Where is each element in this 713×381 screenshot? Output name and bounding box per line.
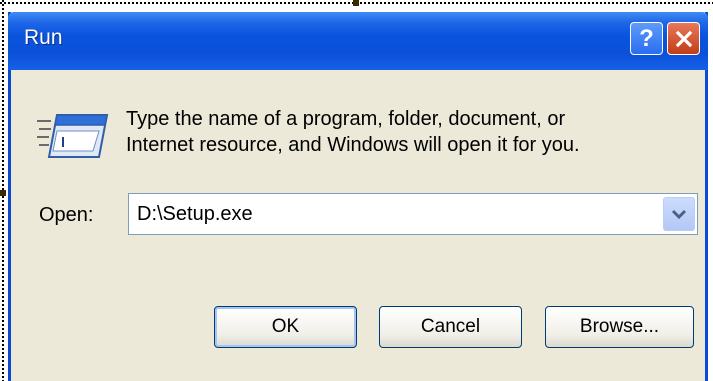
message-line-1: Type the name of a program, folder, docu… <box>126 108 566 130</box>
run-program-icon <box>37 114 109 158</box>
title-bar[interactable]: Run ? <box>8 12 708 70</box>
dialog-message: Type the name of a program, folder, docu… <box>126 106 686 158</box>
help-button[interactable]: ? <box>630 22 663 55</box>
run-dialog: Run ? Type the name of a program, folder… <box>8 12 708 381</box>
close-icon <box>675 30 692 47</box>
selection-handle-left[interactable] <box>0 190 6 196</box>
open-label: Open: <box>39 204 94 226</box>
close-button[interactable] <box>667 22 700 55</box>
selection-handle-top[interactable] <box>353 0 359 6</box>
open-input[interactable] <box>129 194 659 234</box>
question-mark-icon: ? <box>639 24 654 52</box>
cancel-button[interactable]: Cancel <box>379 306 522 348</box>
message-line-2: Internet resource, and Windows will open… <box>126 134 580 156</box>
chevron-down-icon <box>671 209 687 220</box>
window-title: Run <box>24 26 63 49</box>
ok-button[interactable]: OK <box>214 306 357 348</box>
open-combobox[interactable] <box>128 193 698 235</box>
browse-button[interactable]: Browse... <box>545 306 694 348</box>
dropdown-button[interactable] <box>663 197 695 231</box>
